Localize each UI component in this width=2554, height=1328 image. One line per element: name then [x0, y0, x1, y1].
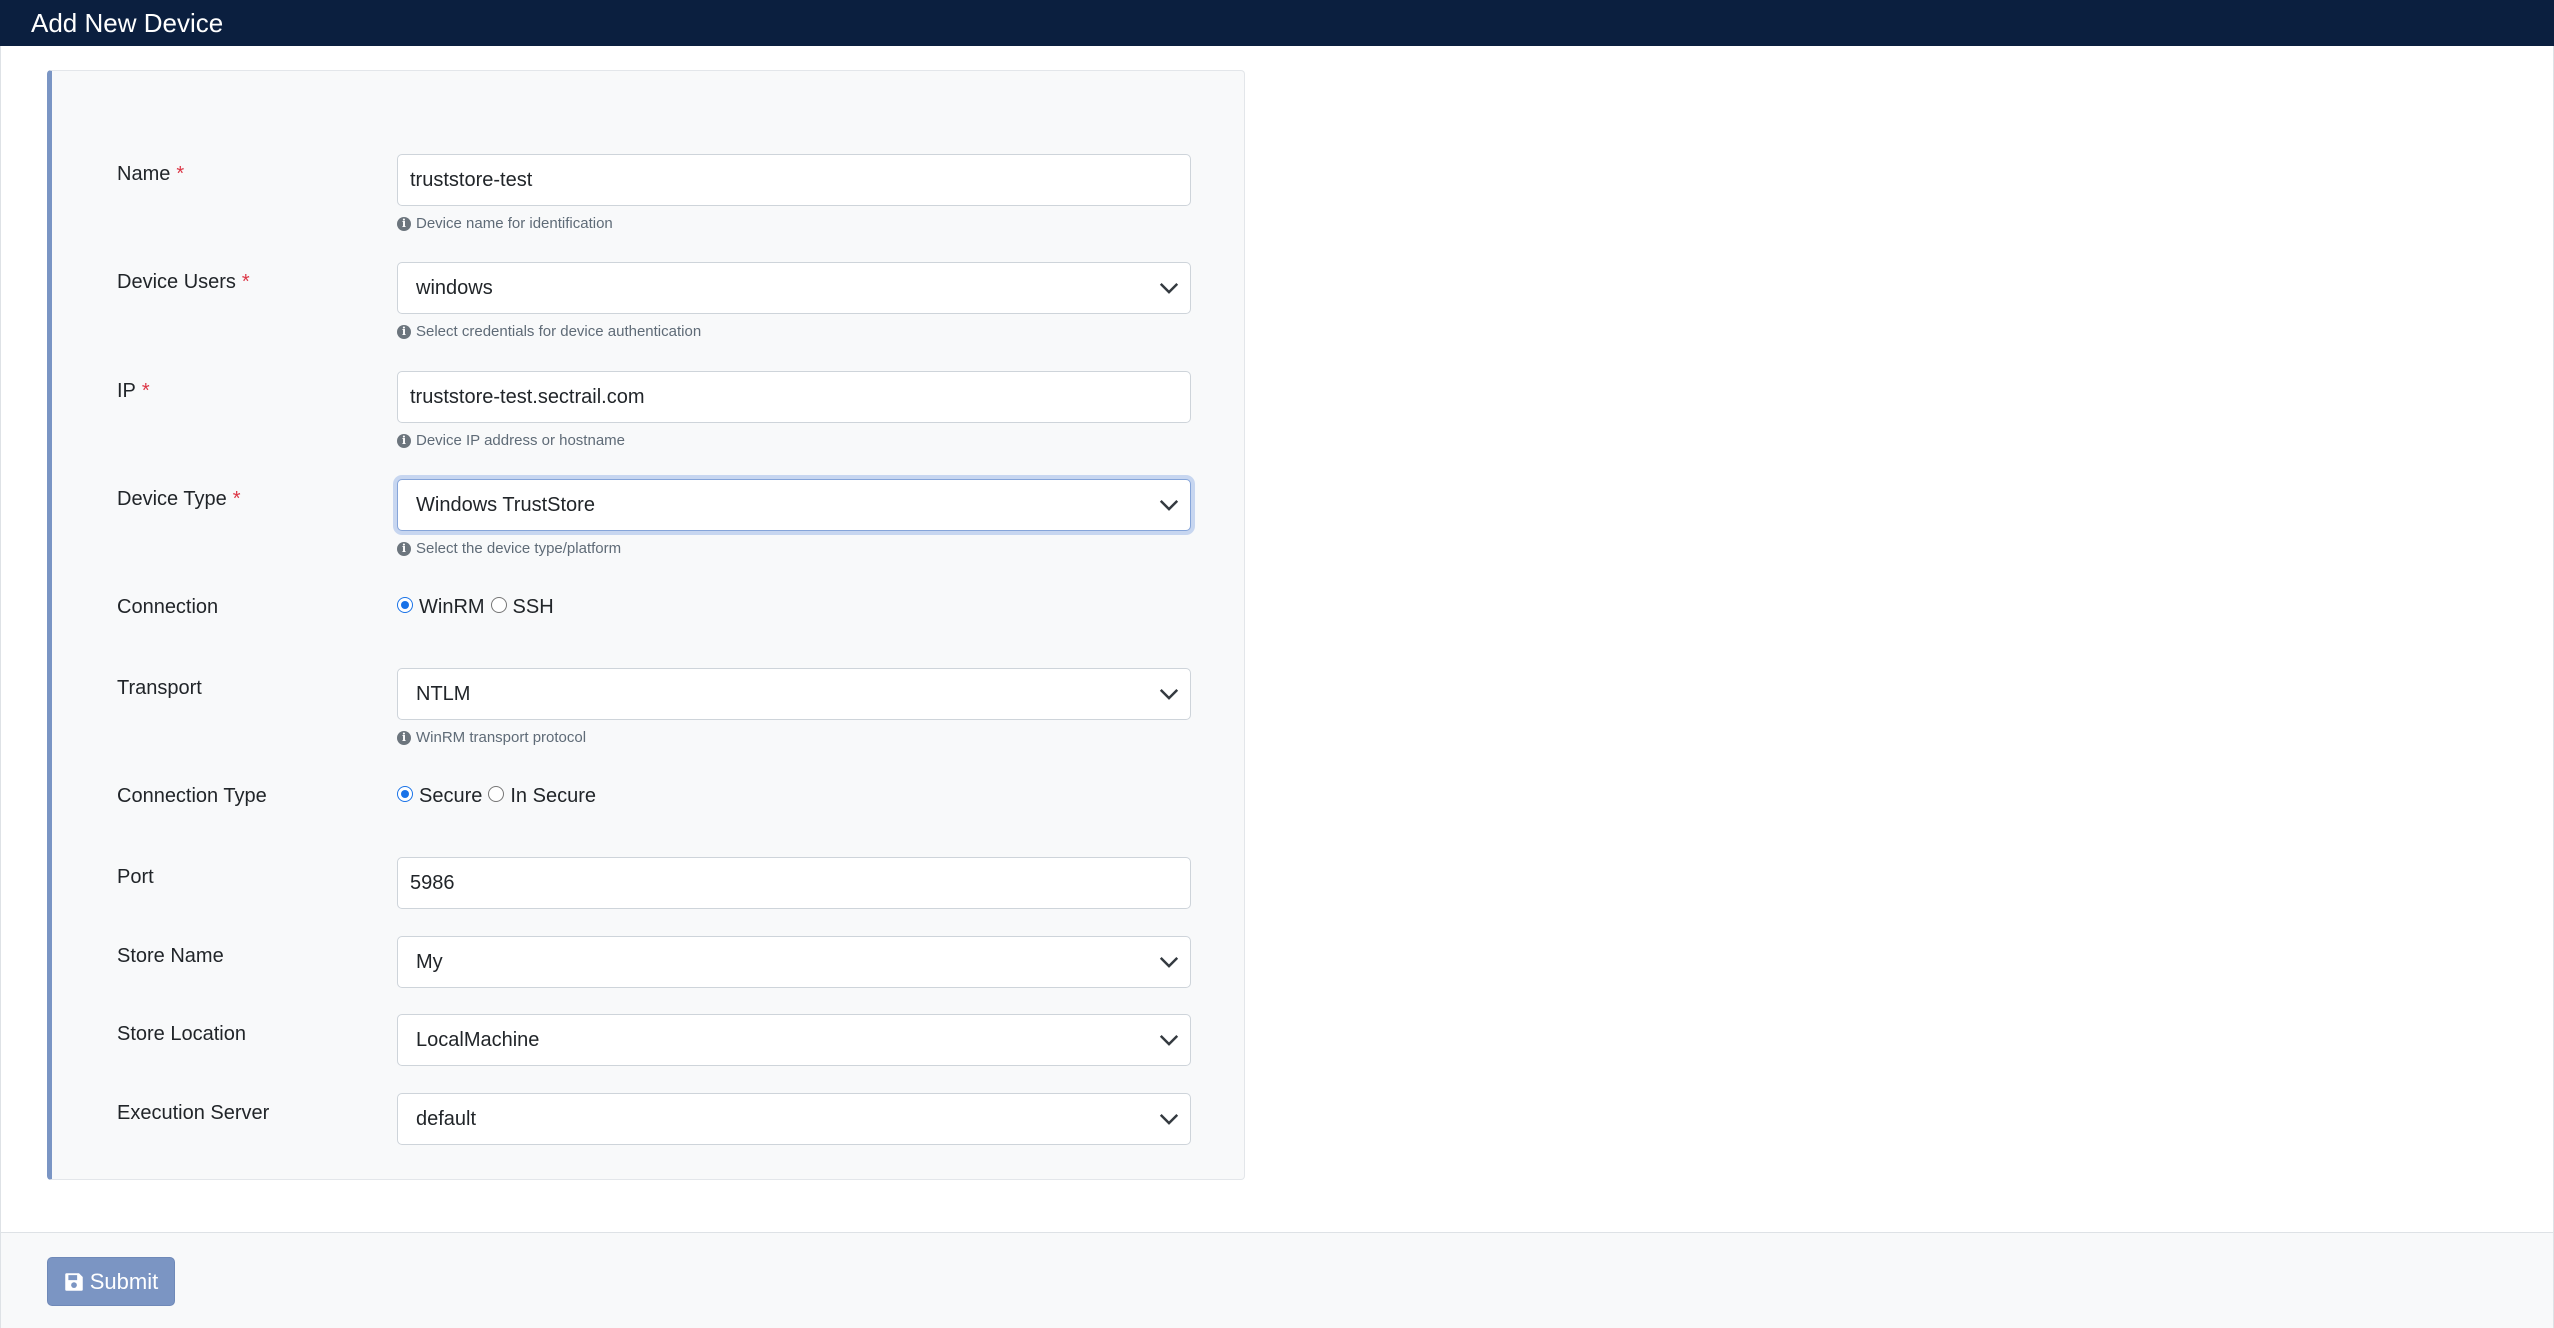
chevron-down-icon [1159, 1034, 1179, 1046]
device-users-select[interactable]: windows [397, 262, 1191, 314]
store-location-value: LocalMachine [416, 1029, 540, 1051]
submit-label: Submit [89, 1269, 159, 1294]
required-marker: * [176, 163, 185, 185]
required-marker: * [232, 488, 241, 510]
connection-radio-group: WinRM SSH [397, 595, 560, 619]
connection-type-radio-group: Secure In Secure [397, 784, 602, 808]
connection-type-secure-label[interactable]: Secure [419, 784, 482, 808]
ip-label: IP * [117, 380, 150, 402]
form-footer: Submit [1, 1232, 2553, 1328]
name-input[interactable]: truststore-test [397, 154, 1191, 206]
transport-label: Transport [117, 677, 202, 699]
required-marker: * [141, 380, 150, 402]
chevron-down-icon [1159, 499, 1179, 511]
submit-button[interactable]: Submit [47, 1257, 175, 1306]
store-name-value: My [416, 951, 443, 973]
name-label: Name * [117, 163, 185, 185]
connection-ssh-label[interactable]: SSH [513, 595, 554, 619]
page-body: Name * truststore-test i Device name for i… [0, 46, 2554, 1328]
connection-label: Connection [117, 596, 219, 618]
name-help: i Device name for identification [397, 215, 613, 233]
page-title: Add New Device [31, 8, 224, 38]
ip-help: i Device IP address or hostname [397, 432, 625, 450]
store-location-label: Store Location [117, 1023, 246, 1045]
required-marker: * [241, 271, 250, 293]
device-form-card: Name * truststore-test i Device name for i… [47, 70, 1245, 1180]
connection-type-insecure-radio[interactable] [488, 786, 505, 802]
device-users-help: i Select credentials for device authentic… [397, 323, 701, 341]
port-input[interactable]: 5986 [397, 857, 1191, 909]
connection-type-insecure-label[interactable]: In Secure [510, 784, 596, 808]
port-label: Port [117, 866, 154, 888]
device-users-value: windows [416, 277, 493, 299]
info-icon: i [397, 217, 411, 231]
info-icon: i [397, 434, 411, 448]
transport-value: NTLM [416, 683, 471, 705]
device-type-select[interactable]: Windows TrustStore [397, 479, 1191, 531]
chevron-down-icon [1159, 1113, 1179, 1125]
device-type-label: Device Type * [117, 488, 241, 510]
execution-server-select[interactable]: default [397, 1093, 1191, 1145]
info-icon: i [397, 325, 411, 339]
chevron-down-icon [1159, 956, 1179, 968]
floppy-disk-icon [65, 1272, 83, 1291]
ip-input[interactable]: truststore-test.sectrail.com [397, 371, 1191, 423]
transport-help: i WinRM transport protocol [397, 729, 586, 747]
page-header: Add New Device [0, 0, 2554, 46]
store-location-select[interactable]: LocalMachine [397, 1014, 1191, 1066]
device-type-value: Windows TrustStore [416, 494, 595, 516]
device-users-label: Device Users * [117, 271, 250, 293]
chevron-down-icon [1159, 282, 1179, 294]
info-icon: i [397, 542, 411, 556]
store-name-select[interactable]: My [397, 936, 1191, 988]
store-name-label: Store Name [117, 945, 224, 967]
connection-type-secure-radio[interactable] [397, 786, 413, 802]
connection-winrm-label[interactable]: WinRM [419, 595, 485, 619]
connection-winrm-radio[interactable] [397, 597, 413, 613]
execution-server-value: default [416, 1108, 477, 1130]
device-type-help: i Select the device type/platform [397, 540, 621, 558]
connection-type-label: Connection Type [117, 785, 267, 807]
transport-select[interactable]: NTLM [397, 668, 1191, 720]
info-icon: i [397, 731, 411, 745]
connection-ssh-radio[interactable] [490, 597, 507, 613]
chevron-down-icon [1159, 688, 1179, 700]
execution-server-label: Execution Server [117, 1102, 270, 1124]
